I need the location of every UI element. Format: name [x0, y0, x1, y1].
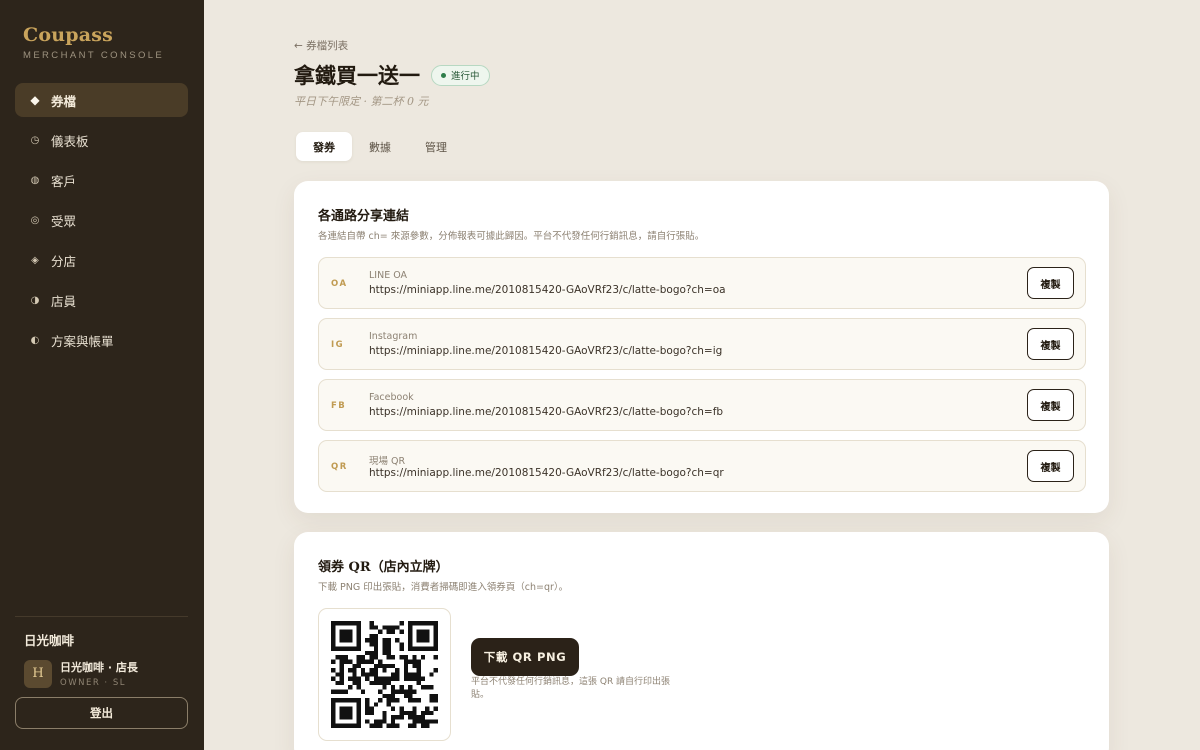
sidebar-item-audience[interactable]: ◎ 受眾: [15, 203, 188, 237]
page-title: 拿鐵買一送一: [294, 63, 420, 88]
sidebar-nav: ◆ 券檔 ◷ 儀表板 ◍ 客戶 ◎ 受眾 ◈ 分店 ◑ 店員 ◐ 方案與帳單: [15, 83, 188, 363]
user-profile: H 日光咖啡 · 店長 OWNER · SL: [24, 659, 138, 688]
link-row-oa: OA LINE OA https://miniapp.line.me/20108…: [318, 257, 1086, 309]
link-row-qr: QR 現場 QR https://miniapp.line.me/2010815…: [318, 440, 1086, 492]
channel-url: https://miniapp.line.me/2010815420-GAoVR…: [369, 467, 724, 479]
brand-subtitle: MERCHANT CONSOLE: [23, 50, 165, 61]
sidebar-item-label: 分店: [51, 253, 77, 269]
channel-code: QR: [331, 462, 348, 472]
card-title: 各通路分享連結: [318, 209, 410, 224]
sidebar-item-billing[interactable]: ◐ 方案與帳單: [15, 323, 188, 357]
tab-bar: 發券 數據 管理: [296, 132, 464, 161]
channel-code: OA: [331, 279, 348, 289]
qr-code-image: [318, 608, 451, 741]
link-row-fb: FB Facebook https://miniapp.line.me/2010…: [318, 379, 1086, 431]
channel-code: IG: [331, 340, 345, 350]
tab-issue[interactable]: 發券: [296, 132, 352, 161]
half-circle-icon: ◑: [30, 294, 40, 306]
sidebar-item-dashboard[interactable]: ◷ 儀表板: [15, 123, 188, 157]
channel-code: FB: [331, 401, 347, 411]
title-row: 拿鐵買一送一 進行中: [294, 60, 490, 90]
channel-name: Facebook: [369, 392, 414, 403]
sidebar-item-label: 店員: [51, 293, 77, 309]
channel-url: https://miniapp.line.me/2010815420-GAoVR…: [369, 345, 723, 357]
link-row-ig: IG Instagram https://miniapp.line.me/201…: [318, 318, 1086, 370]
qr-card: 領券 QR（店內立牌） 下載 PNG 印出張貼，消費者掃碼即進入領券頁（ch=q…: [294, 532, 1109, 750]
tab-data[interactable]: 數據: [352, 132, 408, 161]
status-label: 進行中: [451, 71, 480, 82]
status-badge: 進行中: [431, 64, 490, 86]
status-dot-icon: [441, 72, 446, 78]
dot-circle-icon: ◍: [30, 174, 40, 186]
copy-button[interactable]: 複製: [1027, 450, 1074, 482]
page-subtitle: 平日下午限定 · 第二杯 0 元: [294, 95, 429, 108]
avatar: H: [24, 659, 52, 688]
sidebar-item-customers[interactable]: ◍ 客戶: [15, 163, 188, 197]
copy-button[interactable]: 複製: [1027, 328, 1074, 360]
tab-manage[interactable]: 管理: [408, 132, 464, 161]
channel-name: 現場 QR: [369, 456, 406, 467]
channel-url: https://miniapp.line.me/2010815420-GAoVR…: [369, 406, 724, 418]
back-link[interactable]: ← 券檔列表: [294, 38, 348, 53]
shop-name: 日光咖啡: [24, 633, 75, 648]
clock-icon: ◷: [30, 134, 40, 146]
qr-code-icon: [331, 621, 438, 728]
share-links-card: 各通路分享連結 各連結自帶 ch= 來源參數，分佈報表可據此歸因。平台不代發任何…: [294, 181, 1109, 513]
channel-name: Instagram: [369, 331, 418, 342]
sidebar-item-label: 受眾: [51, 213, 77, 229]
qr-note: 平台不代發任何行銷訊息，這張 QR 請自行印出張貼。: [471, 677, 671, 700]
card-title: 領券 QR（店內立牌）: [318, 560, 449, 575]
diamond-icon: ◆: [30, 93, 40, 107]
sidebar-item-coupons[interactable]: ◆ 券檔: [15, 83, 188, 117]
logout-button[interactable]: 登出: [15, 697, 188, 729]
main-content: ← 券檔列表 拿鐵買一送一 進行中 平日下午限定 · 第二杯 0 元 發券 數據…: [204, 0, 1200, 750]
user-name: 日光咖啡 · 店長: [60, 661, 138, 674]
sidebar-item-label: 儀表板: [51, 133, 89, 149]
sidebar-divider: [15, 616, 188, 617]
target-icon: ◎: [30, 214, 40, 226]
channel-name: LINE OA: [369, 270, 408, 281]
user-role: OWNER · SL: [60, 678, 126, 688]
sidebar-item-label: 券檔: [51, 93, 77, 109]
download-qr-button[interactable]: 下載 QR PNG: [471, 638, 579, 676]
sidebar-item-branches[interactable]: ◈ 分店: [15, 243, 188, 277]
small-diamond-icon: ◈: [31, 254, 39, 266]
brand: Coupass MERCHANT CONSOLE: [23, 24, 164, 61]
channel-url: https://miniapp.line.me/2010815420-GAoVR…: [369, 284, 726, 296]
sidebar: Coupass MERCHANT CONSOLE ◆ 券檔 ◷ 儀表板 ◍ 客戶…: [0, 0, 204, 750]
card-description: 各連結自帶 ch= 來源參數，分佈報表可據此歸因。平台不代發任何行銷訊息，請自行…: [318, 231, 705, 242]
copy-button[interactable]: 複製: [1027, 389, 1074, 421]
sidebar-item-label: 客戶: [51, 173, 77, 189]
sidebar-item-staff[interactable]: ◑ 店員: [15, 283, 188, 317]
brand-name: Coupass: [23, 24, 113, 46]
half-moon-icon: ◐: [30, 334, 40, 346]
sidebar-item-label: 方案與帳單: [51, 333, 114, 349]
copy-button[interactable]: 複製: [1027, 267, 1074, 299]
card-description: 下載 PNG 印出張貼，消費者掃碼即進入領券頁（ch=qr）。: [318, 582, 569, 593]
